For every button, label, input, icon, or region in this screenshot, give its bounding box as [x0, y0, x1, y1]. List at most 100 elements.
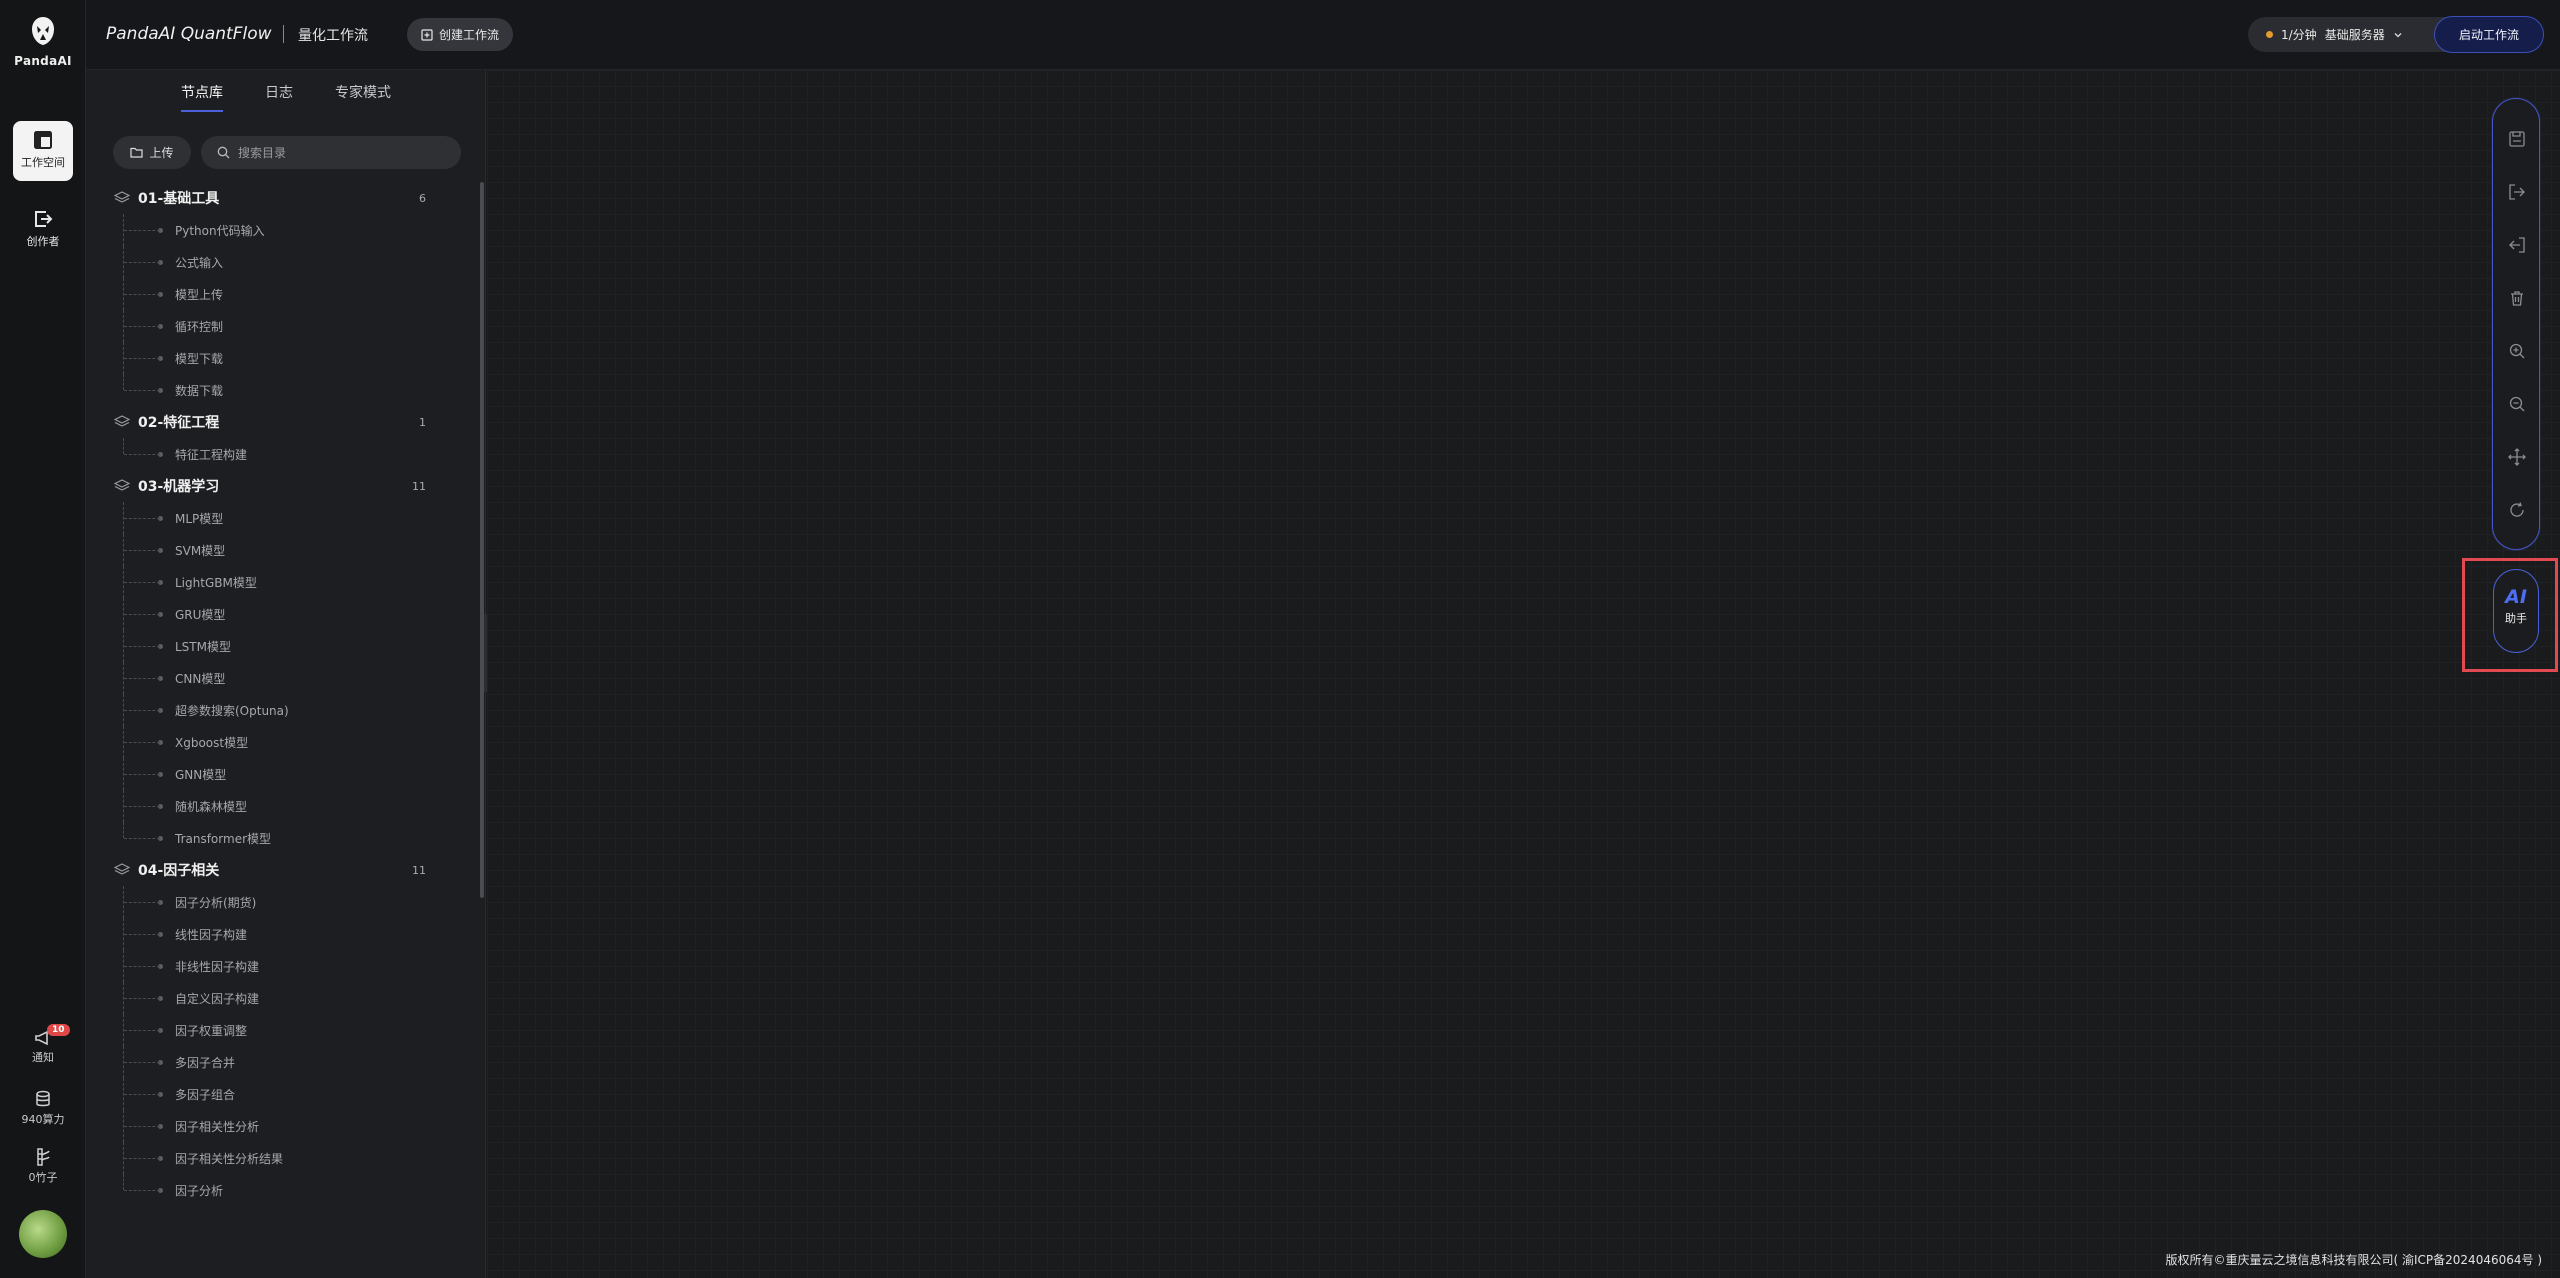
node-bullet: [158, 708, 163, 713]
node-bullet: [158, 964, 163, 969]
node-item-label: 模型上传: [175, 287, 224, 302]
refresh-button[interactable]: [2493, 483, 2541, 536]
folder-icon: [130, 147, 144, 158]
node-item[interactable]: 多因子合并: [86, 1046, 476, 1078]
node-item-label: 模型下载: [175, 351, 224, 366]
node-group-name: 03-机器学习: [138, 479, 220, 495]
rail-notifications[interactable]: 10 通知: [0, 1024, 86, 1065]
node-item-label: LightGBM模型: [175, 575, 257, 590]
node-item[interactable]: LSTM模型: [86, 630, 476, 662]
node-group-header[interactable]: 02-特征工程 1: [86, 406, 476, 438]
layers-icon: [114, 479, 130, 491]
node-item[interactable]: Transformer模型: [86, 822, 476, 854]
save-button[interactable]: [2493, 112, 2541, 165]
node-group-count: 6: [419, 191, 426, 205]
import-icon: [2509, 236, 2525, 253]
node-item[interactable]: 非线性因子构建: [86, 950, 476, 982]
upload-button[interactable]: 上传: [113, 136, 191, 169]
node-item[interactable]: 循环控制: [86, 310, 476, 342]
node-item[interactable]: 公式输入: [86, 246, 476, 278]
node-item-label: 因子相关性分析: [175, 1119, 260, 1134]
rail-item-creator[interactable]: 创作者: [13, 200, 73, 260]
node-item-label: Python代码输入: [175, 223, 265, 238]
chevron-down-icon: [2394, 32, 2402, 37]
node-bullet: [158, 1060, 163, 1065]
search-box[interactable]: [201, 136, 461, 169]
node-item[interactable]: Xgboost模型: [86, 726, 476, 758]
node-item[interactable]: LightGBM模型: [86, 566, 476, 598]
node-group-name: 04-因子相关: [138, 863, 220, 879]
node-item[interactable]: GRU模型: [86, 598, 476, 630]
node-item[interactable]: 因子权重调整: [86, 1014, 476, 1046]
workspace-icon: [34, 131, 52, 149]
panel-scrollbar[interactable]: [480, 182, 484, 898]
search-input[interactable]: [238, 145, 438, 160]
node-group-header[interactable]: 01-基础工具 6: [86, 182, 476, 214]
node-item[interactable]: 因子分析: [86, 1174, 476, 1206]
brand-title: PandaAI QuantFlow: [106, 24, 272, 44]
node-item[interactable]: SVM模型: [86, 534, 476, 566]
node-group-name: 02-特征工程: [138, 415, 220, 431]
node-item[interactable]: 自定义因子构建: [86, 982, 476, 1014]
node-group-header[interactable]: 03-机器学习 11: [86, 470, 476, 502]
server-rate: 1/分钟: [2281, 28, 2317, 42]
ai-assistant-button[interactable]: AI 助手: [2493, 569, 2539, 653]
node-item[interactable]: Python代码输入: [86, 214, 476, 246]
avatar[interactable]: [19, 1210, 67, 1258]
node-bullet: [158, 740, 163, 745]
start-workflow-button[interactable]: 启动工作流: [2434, 16, 2544, 53]
node-group-count: 11: [412, 479, 426, 493]
fit-view-button[interactable]: [2493, 430, 2541, 483]
zoom-in-button[interactable]: [2493, 324, 2541, 377]
node-item[interactable]: 因子相关性分析: [86, 1110, 476, 1142]
node-item[interactable]: 模型下载: [86, 342, 476, 374]
node-group: 03-机器学习 11 MLP模型 SVM模型 LightGBM模型 GRU模型 LSTM模型…: [86, 470, 476, 854]
left-rail: PandaAI 工作空间 创作者 10 通知 940算力 0竹子: [0, 0, 86, 1278]
node-bullet: [158, 580, 163, 585]
rail-compute[interactable]: 940算力: [0, 1090, 86, 1127]
node-item-label: 非线性因子构建: [175, 959, 260, 974]
tab-node-library[interactable]: 节点库: [181, 82, 223, 112]
node-item[interactable]: 特征工程构建: [86, 438, 476, 470]
node-group-header[interactable]: 04-因子相关 11: [86, 854, 476, 886]
node-item[interactable]: MLP模型: [86, 502, 476, 534]
logo[interactable]: PandaAI: [0, 14, 86, 68]
node-item[interactable]: 模型上传: [86, 278, 476, 310]
node-item[interactable]: 线性因子构建: [86, 918, 476, 950]
node-item[interactable]: 多因子组合: [86, 1078, 476, 1110]
create-workflow-button[interactable]: 创建工作流: [407, 18, 514, 51]
node-item[interactable]: 数据下载: [86, 374, 476, 406]
node-item[interactable]: CNN模型: [86, 662, 476, 694]
node-item-label: 多因子合并: [175, 1055, 236, 1070]
tab-log[interactable]: 日志: [265, 82, 293, 112]
node-bullet: [158, 228, 163, 233]
node-bullet: [158, 1156, 163, 1161]
delete-button[interactable]: [2493, 271, 2541, 324]
node-bullet: [158, 1124, 163, 1129]
node-item[interactable]: 超参数搜索(Optuna): [86, 694, 476, 726]
node-bullet: [158, 644, 163, 649]
node-tree: 01-基础工具 6 Python代码输入 公式输入 模型上传 循环控制 模型下载 数据下载 02…: [86, 182, 476, 1206]
export-icon: [2509, 183, 2525, 200]
node-item[interactable]: GNN模型: [86, 758, 476, 790]
rail-item-workspace[interactable]: 工作空间: [13, 121, 73, 181]
node-item-label: 线性因子构建: [175, 927, 248, 942]
upload-label: 上传: [149, 146, 174, 160]
node-item-label: 因子权重调整: [175, 1023, 248, 1038]
node-bullet: [158, 996, 163, 1001]
node-bullet: [158, 548, 163, 553]
export-button[interactable]: [2493, 165, 2541, 218]
node-bullet: [158, 804, 163, 809]
fit-view-icon: [2508, 447, 2526, 466]
zoom-out-button[interactable]: [2493, 377, 2541, 430]
node-bullet: [158, 516, 163, 521]
workflow-canvas[interactable]: [487, 70, 2560, 1278]
node-item[interactable]: 因子分析(期货): [86, 886, 476, 918]
rail-bamboo[interactable]: 0竹子: [0, 1148, 86, 1185]
tab-expert-mode[interactable]: 专家模式: [335, 82, 391, 112]
top-header: PandaAI QuantFlow 量化工作流 创建工作流 1/分钟 基础服务器…: [86, 0, 2560, 70]
import-button[interactable]: [2493, 218, 2541, 271]
node-item[interactable]: 随机森林模型: [86, 790, 476, 822]
panel-tabs: 节点库 日志 专家模式: [86, 70, 485, 114]
node-item[interactable]: 因子相关性分析结果: [86, 1142, 476, 1174]
